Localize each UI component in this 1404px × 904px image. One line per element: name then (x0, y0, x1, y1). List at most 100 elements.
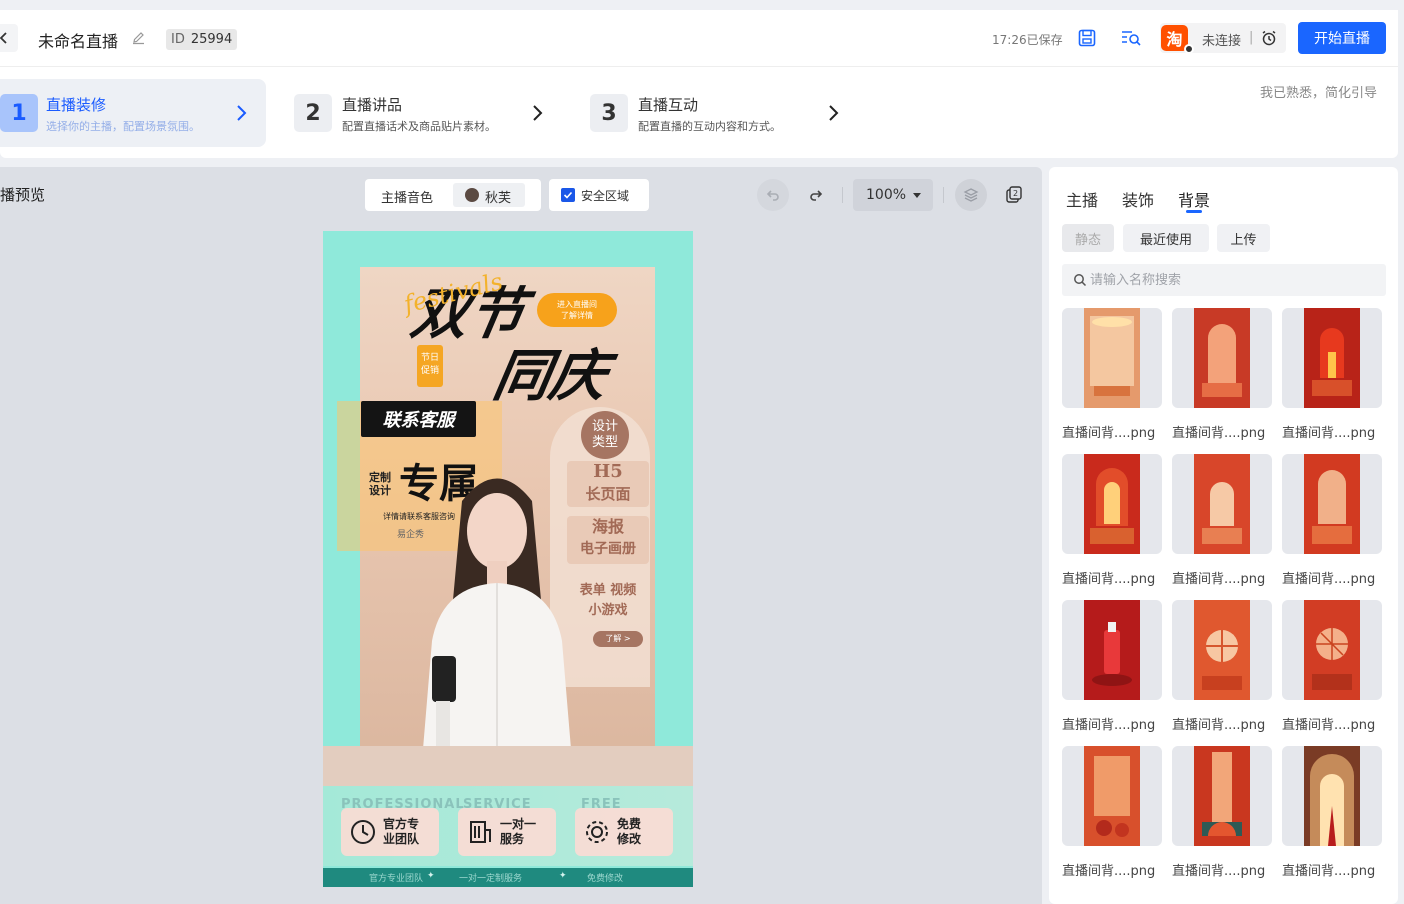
safe-area-toggle[interactable]: 安全区域 (549, 179, 649, 211)
simplify-guide-link[interactable]: 我已熟悉，简化引导 (1260, 82, 1377, 101)
list-item[interactable]: 直播间背....png (1062, 600, 1162, 740)
step-title: 直播装修 (46, 96, 107, 114)
list-item[interactable]: 直播间背....png (1282, 746, 1382, 886)
voice-label: 主播音色 (381, 191, 434, 206)
feature-revision: 免费 修改 (575, 808, 673, 856)
platform-connection[interactable]: 淘 未连接 | (1160, 23, 1286, 54)
thumbnail (1172, 454, 1272, 554)
step-number: 1 (0, 94, 38, 132)
thumbnail (1062, 600, 1162, 700)
safe-area-checkbox[interactable] (561, 188, 575, 202)
step-title: 直播互动 (638, 96, 699, 114)
chevron-right-icon (237, 105, 247, 121)
step-interaction[interactable]: 3 直播互动 配置直播的互动内容和方式。 (590, 79, 850, 147)
list-item[interactable]: 直播间背....png (1062, 746, 1162, 886)
poster-title-line2: 同庆 (488, 343, 613, 409)
tab-anchor[interactable]: 主播 (1066, 187, 1098, 211)
item-name: 直播间背....png (1062, 426, 1156, 441)
thumbnail (1172, 746, 1272, 846)
thumbnail (1282, 600, 1382, 700)
tab-background[interactable]: 背景 (1178, 187, 1210, 211)
preview-title: 播预览 (0, 186, 46, 204)
redo-button[interactable] (800, 179, 832, 211)
feature-line: 业团队 (383, 832, 420, 846)
voice-dropdown[interactable]: 秋芙 (453, 183, 525, 207)
page-title: 未命名直播 (38, 32, 119, 51)
layer-count-badge: 2 (1013, 189, 1018, 198)
list-item[interactable]: 直播间背....png (1282, 454, 1382, 594)
thumbnail (1062, 746, 1162, 846)
step-description: 配置直播的互动内容和方式。 (638, 120, 781, 133)
copy-layer-button[interactable]: 2 (998, 179, 1030, 211)
edit-icon[interactable] (131, 30, 146, 45)
start-live-button[interactable]: 开始直播 (1298, 22, 1386, 54)
item-name: 直播间背....png (1172, 426, 1266, 441)
search-list-icon[interactable] (1120, 28, 1142, 48)
list-item[interactable]: 直播间背....png (1172, 746, 1272, 886)
toolbar-divider (842, 187, 843, 203)
feature-line: 服务 (500, 832, 525, 846)
asset-search[interactable] (1062, 264, 1386, 296)
avatar (465, 188, 479, 202)
feature-line: 一对一 (500, 817, 537, 831)
live-canvas[interactable]: 双节 同庆 festivals 进入直播间 了解详情 节日 促销 联系客服 定制… (323, 231, 693, 887)
undo-button[interactable] (757, 179, 789, 211)
background-thumbnail (1194, 600, 1250, 700)
item-name: 直播间背....png (1282, 864, 1376, 879)
thumbnail (1062, 308, 1162, 408)
contact-service-label: 联系客服 (361, 401, 476, 437)
zoom-select[interactable]: 100% (853, 179, 933, 211)
footer-item: 一对一定制服务 (459, 874, 523, 884)
list-item[interactable]: 直播间背....png (1172, 600, 1272, 740)
list-item[interactable]: 直播间背....png (1062, 308, 1162, 448)
footer-star: ✦ (427, 871, 435, 881)
list-item[interactable]: 直播间背....png (1282, 308, 1382, 448)
list-item[interactable]: 直播间背....png (1282, 600, 1382, 740)
list-item[interactable]: 直播间背....png (1172, 454, 1272, 594)
item-name: 直播间背....png (1282, 572, 1376, 587)
background-thumbnail (1194, 454, 1250, 554)
enter-live-badge: 进入直播间 了解详情 (537, 293, 617, 327)
layers-icon (963, 188, 979, 202)
voice-selector[interactable]: 主播音色 秋芙 (365, 179, 541, 211)
background-thumbnail (1304, 454, 1360, 554)
feature-team: 官方专 业团队 (341, 808, 439, 856)
safe-area-label: 安全区域 (581, 189, 630, 203)
layers-button[interactable] (955, 179, 987, 211)
custom-line: 设计 (369, 484, 391, 497)
platform-separator: | (1249, 30, 1254, 45)
search-input[interactable] (1090, 264, 1370, 296)
back-button[interactable] (0, 24, 18, 52)
background-thumbnail (1194, 746, 1250, 846)
chevron-right-icon (829, 105, 839, 121)
live-preview-area: 播预览 主播音色 秋芙 安全区域 100% 2 双节 同庆 festivals … (0, 167, 1042, 904)
tab-decoration[interactable]: 装饰 (1122, 187, 1154, 211)
feature-line: 官方专 (383, 817, 420, 831)
list-item[interactable]: 直播间背....png (1172, 308, 1272, 448)
item-name: 直播间背....png (1282, 426, 1376, 441)
step-bar: 1 直播装修 选择你的主播，配置场景氛围。 2 直播讲品 配置直播话术及商品贴片… (0, 67, 1398, 158)
id-label: ID (171, 32, 185, 47)
step-title: 直播讲品 (342, 96, 403, 114)
design-type-circle: 设计 类型 (581, 411, 629, 459)
step-decorate[interactable]: 1 直播装修 选择你的主播，配置场景氛围。 (0, 79, 266, 147)
filter-upload[interactable]: 上传 (1217, 224, 1270, 252)
copy-icon: 2 (1006, 186, 1022, 203)
filter-recent[interactable]: 最近使用 (1123, 224, 1209, 252)
step-number: 3 (590, 94, 628, 132)
footer-item: 免费修改 (587, 874, 624, 884)
step-description: 配置直播话术及商品贴片素材。 (342, 120, 496, 133)
list-item[interactable]: 直播间背....png (1062, 454, 1162, 594)
item-name: 直播间背....png (1282, 718, 1376, 733)
step-products[interactable]: 2 直播讲品 配置直播话术及商品贴片素材。 (294, 79, 554, 147)
badge-line: 进入直播间 (557, 300, 597, 309)
filter-static[interactable]: 静态 (1062, 224, 1114, 252)
step-description: 选择你的主播，配置场景氛围。 (46, 120, 200, 133)
search-icon (1074, 274, 1087, 287)
promo-tag: 节日 促销 (417, 345, 443, 387)
feature-label: 官方专 业团队 (383, 817, 419, 847)
save-icon[interactable] (1077, 28, 1097, 48)
clock-icon (351, 820, 375, 844)
item-name: 直播间背....png (1062, 572, 1156, 587)
alarm-clock-icon[interactable] (1260, 29, 1278, 47)
